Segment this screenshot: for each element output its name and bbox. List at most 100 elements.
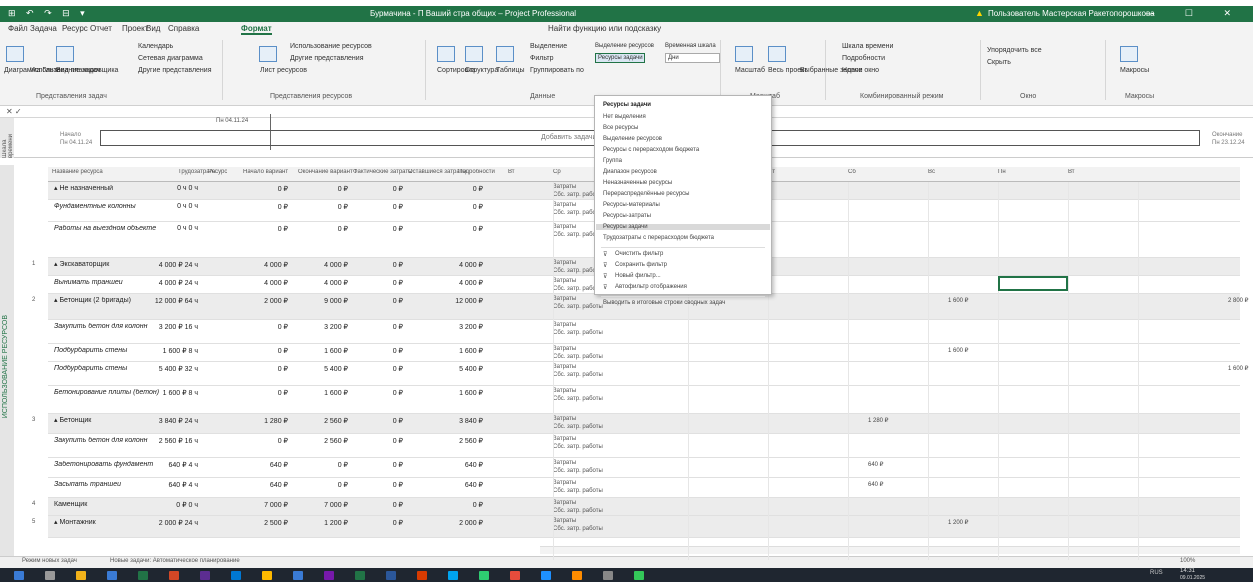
project-icon[interactable] xyxy=(355,571,365,580)
cost-cell[interactable]: 2 000 ₽ xyxy=(423,519,483,527)
cost-cell[interactable]: 0 ₽ xyxy=(343,225,403,233)
work-cell[interactable]: 640 ₽ 4 ч xyxy=(138,481,198,489)
cost-cell[interactable]: 0 ₽ xyxy=(288,203,348,211)
menu-item-5[interactable]: Диапазон ресурсов xyxy=(603,169,657,175)
cost-cell[interactable]: 4 000 ₽ xyxy=(228,261,288,269)
zoom-icon[interactable] xyxy=(735,46,753,62)
account-name[interactable]: Пользователь Мастерская Ракетопорошкова xyxy=(988,9,1155,18)
work-cell[interactable]: 12 000 ₽ 64 ч xyxy=(138,297,198,305)
work-cell[interactable]: 2 000 ₽ 24 ч xyxy=(138,519,198,527)
cost-cell[interactable]: 0 ₽ xyxy=(343,261,403,269)
cost-cell[interactable]: 0 ₽ xyxy=(343,279,403,287)
timescale-value[interactable]: 1 200 ₽ xyxy=(948,519,969,526)
cost-cell[interactable]: 1 600 ₽ xyxy=(423,347,483,355)
cost-cell[interactable]: 4 000 ₽ xyxy=(288,279,348,287)
cost-cell[interactable]: 0 ₽ xyxy=(288,461,348,469)
cost-cell[interactable]: 3 840 ₽ xyxy=(423,417,483,425)
cost-cell[interactable]: 0 ₽ xyxy=(343,437,403,445)
work-cell[interactable]: 0 ч 0 ч xyxy=(138,185,198,192)
cost-cell[interactable]: 1 600 ₽ xyxy=(423,389,483,397)
ribbon-button-15[interactable]: Масштаб xyxy=(735,66,765,75)
ribbon-button-10[interactable]: Структура xyxy=(465,66,498,75)
cost-cell[interactable]: 1 600 ₽ xyxy=(288,347,348,355)
cost-cell[interactable]: 640 ₽ xyxy=(228,481,288,489)
cost-cell[interactable]: 640 ₽ xyxy=(423,481,483,489)
cost-cell[interactable]: 5 400 ₽ xyxy=(288,365,348,373)
macros-icon[interactable] xyxy=(1120,46,1138,62)
sort-icon[interactable] xyxy=(437,46,455,62)
cost-cell[interactable]: 0 ₽ xyxy=(343,461,403,469)
start-icon[interactable] xyxy=(14,571,24,580)
ribbon-button-5[interactable]: Другие представления xyxy=(138,66,212,75)
resource-row[interactable]: 3 ▴ Бетонщик 3 840 ₽ 24 ч1 280 ₽2 560 ₽0 ₽… xyxy=(32,414,1240,434)
tray-time[interactable]: 14:31 xyxy=(1180,568,1195,574)
menu-action-0[interactable]: Очистить фильтр xyxy=(615,251,663,257)
powerpoint-icon[interactable] xyxy=(169,571,179,580)
timescale-value[interactable]: 1 600 ₽ xyxy=(1228,365,1249,372)
ribbon-button-22[interactable]: Скрыть xyxy=(987,58,1011,67)
grid-header-5[interactable]: Фактические затраты xyxy=(353,169,412,175)
cost-cell[interactable]: 0 ₽ xyxy=(343,481,403,489)
cost-cell[interactable]: 0 ₽ xyxy=(343,323,403,331)
grid-header-8[interactable]: Вт xyxy=(508,169,515,175)
cost-cell[interactable]: 2 560 ₽ xyxy=(288,437,348,445)
window-controls[interactable]: — ☐ ✕ xyxy=(1145,8,1245,19)
tray-date[interactable]: 09.01.2025 xyxy=(1180,575,1205,581)
cost-cell[interactable]: 4 000 ₽ xyxy=(423,261,483,269)
resource-row[interactable]: Закупить бетон для колонн 2 560 ₽ 16 ч0 ₽… xyxy=(48,434,1240,458)
selected-cell[interactable] xyxy=(998,276,1068,291)
resource-row[interactable]: 2 ▴ Бетонщик (2 бригады) 12 000 ₽ 64 ч2 00… xyxy=(32,294,1240,320)
excel-icon[interactable] xyxy=(138,571,148,580)
menu-action-3[interactable]: Автофильтр отображения xyxy=(615,284,687,290)
cost-cell[interactable]: 0 ₽ xyxy=(228,365,288,373)
cost-cell[interactable]: 0 ₽ xyxy=(423,225,483,233)
cost-cell[interactable]: 0 ₽ xyxy=(288,185,348,193)
work-cell[interactable]: 0 ₽ 0 ч xyxy=(138,501,198,509)
cost-cell[interactable]: 0 ₽ xyxy=(343,185,403,193)
menu-item-1[interactable]: Все ресурсы xyxy=(603,125,638,131)
cost-cell[interactable]: 0 ₽ xyxy=(343,389,403,397)
grid-header-9[interactable]: Ср xyxy=(553,169,561,175)
store-icon[interactable] xyxy=(448,571,458,580)
status-mode[interactable]: Режим новых задач xyxy=(22,558,77,564)
cost-cell[interactable]: 4 000 ₽ xyxy=(228,279,288,287)
cost-cell[interactable]: 5 400 ₽ xyxy=(423,365,483,373)
tray-language[interactable]: RUS xyxy=(1150,570,1163,576)
app-icon[interactable] xyxy=(603,571,613,580)
resource-row[interactable]: 4 Каменщик 0 ₽ 0 ч7 000 ₽7 000 ₽0 ₽0 ₽ Затр… xyxy=(32,498,1240,516)
work-cell[interactable]: 4 000 ₽ 24 ч xyxy=(138,279,198,287)
menu-item-8[interactable]: Ресурсы-материалы xyxy=(603,202,660,208)
files-icon[interactable] xyxy=(262,571,272,580)
cost-cell[interactable]: 2 000 ₽ xyxy=(228,297,288,305)
cost-cell[interactable]: 0 ₽ xyxy=(228,323,288,331)
cancel-icon[interactable]: ✕ ✓ xyxy=(6,107,22,116)
work-cell[interactable]: 0 ч 0 ч xyxy=(138,203,198,210)
app-icon[interactable] xyxy=(634,571,644,580)
entire-project-icon[interactable] xyxy=(768,46,786,62)
filter-combo[interactable]: Ресурсы задачи xyxy=(595,53,645,63)
cost-cell[interactable]: 0 ₽ xyxy=(228,437,288,445)
cost-cell[interactable]: 12 000 ₽ xyxy=(423,297,483,305)
cost-cell[interactable]: 640 ₽ xyxy=(228,461,288,469)
ribbon-button-19[interactable]: Подробности xyxy=(842,54,885,63)
app-icon[interactable] xyxy=(572,571,582,580)
gantt-chart-icon[interactable] xyxy=(6,46,24,62)
cost-cell[interactable]: 3 200 ₽ xyxy=(423,323,483,331)
work-cell[interactable]: 2 560 ₽ 16 ч xyxy=(138,437,198,445)
ribbon-button-11[interactable]: Таблицы xyxy=(496,66,525,75)
ribbon-button-13[interactable]: Фильтр xyxy=(530,54,554,63)
grid-header-3[interactable]: Начало вариант xyxy=(243,169,288,175)
tab-0[interactable]: Файл xyxy=(8,24,28,33)
cost-cell[interactable]: 0 ₽ xyxy=(423,185,483,193)
ribbon-button-3[interactable]: Календарь xyxy=(138,42,173,51)
menu-item-11[interactable]: Трудозатраты с перерасходом бюджета xyxy=(603,235,714,241)
cost-cell[interactable]: 0 ₽ xyxy=(228,389,288,397)
menu-item-2[interactable]: Выделение ресурсов xyxy=(603,136,662,142)
cost-cell[interactable]: 3 200 ₽ xyxy=(288,323,348,331)
ribbon-button-12[interactable]: Выделение xyxy=(530,42,567,51)
grid-header-12[interactable]: Сб xyxy=(848,169,856,175)
office-icon[interactable] xyxy=(417,571,427,580)
menu-item-0[interactable]: Нет выделения xyxy=(603,114,646,120)
grid-header-13[interactable]: Вс xyxy=(928,169,935,175)
timescale-value[interactable]: 1 280 ₽ xyxy=(868,417,889,424)
